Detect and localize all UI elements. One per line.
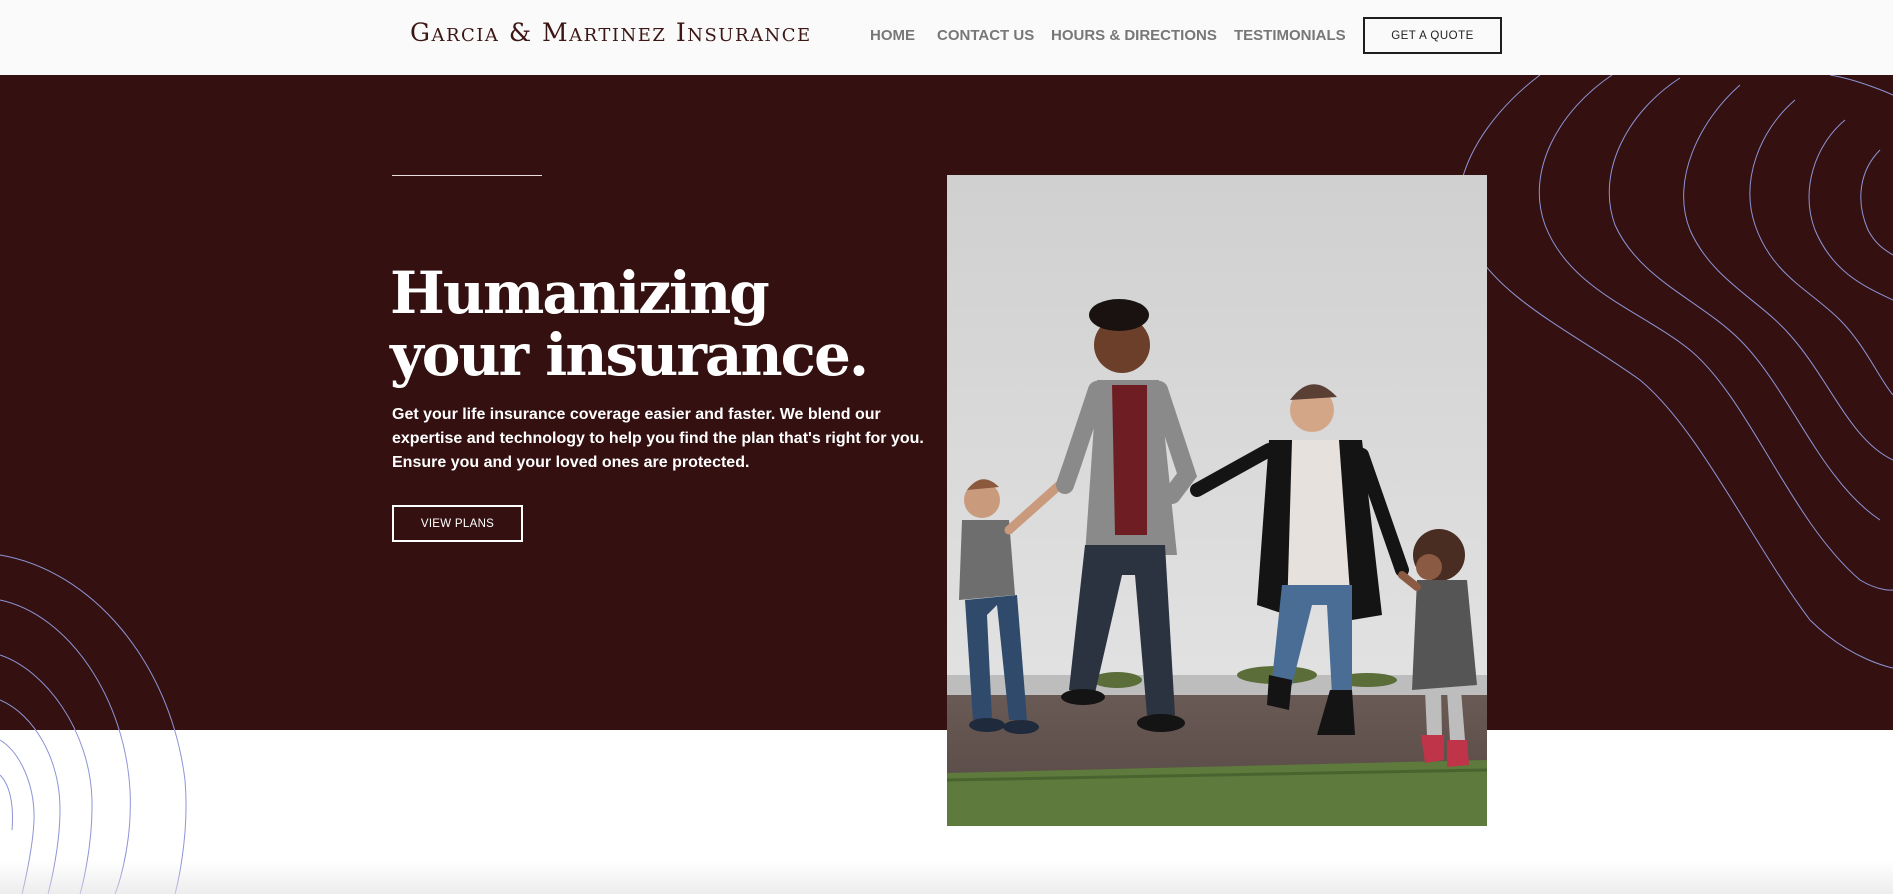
nav-testimonials[interactable]: TESTIMONIALS [1234,27,1346,44]
nav-hours-directions[interactable]: HOURS & DIRECTIONS [1051,27,1217,44]
hero-title: Humanizing your insurance. [390,259,869,389]
view-plans-button[interactable]: VIEW PLANS [392,505,523,542]
hero-divider [392,175,542,176]
get-a-quote-button[interactable]: GET A QUOTE [1363,17,1502,54]
site-logo[interactable]: Garcia & Martinez Insurance [410,18,812,47]
nav-home[interactable]: HOME [870,27,915,44]
section-bottom-shadow [0,860,1893,894]
site-header: Garcia & Martinez Insurance HOME CONTACT… [0,0,1893,75]
family-photo [947,175,1487,826]
hero-description: Get your life insurance coverage easier … [392,406,924,471]
nav-contact-us[interactable]: CONTACT US [937,27,1034,44]
